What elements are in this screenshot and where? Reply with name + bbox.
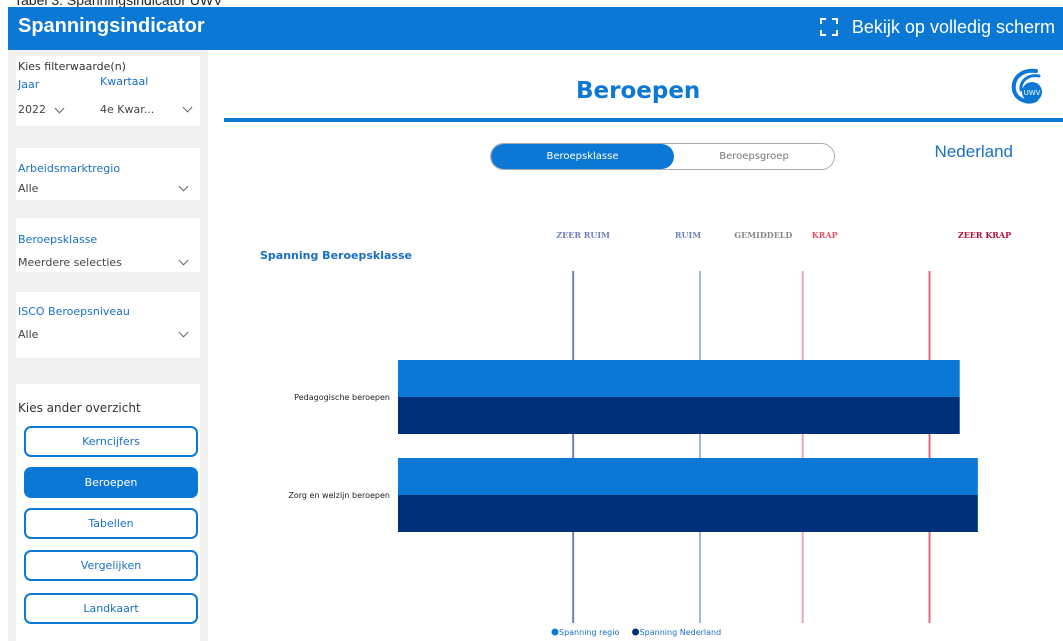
- category-label: Pedagogische beroepen: [294, 393, 390, 402]
- page-title: Beroepen: [576, 78, 701, 104]
- top-bar: Spanningsindicator Bekijk op volledig sc…: [8, 7, 1063, 50]
- beroepsklasse-select[interactable]: Meerdere selecties: [18, 253, 198, 273]
- filter-panel-region: Arbeidsmarktregio Alle: [16, 148, 200, 200]
- nav-button-landkaart[interactable]: Landkaart: [24, 593, 198, 624]
- beroepsklasse-label: Beroepsklasse: [18, 233, 98, 246]
- nav-button-kerncijfers[interactable]: Kerncijfers: [24, 426, 198, 457]
- beroepsklasse-value: Meerdere selecties: [18, 256, 122, 269]
- kwartaal-label: Kwartaal: [100, 75, 149, 88]
- kwartaal-select[interactable]: 4e Kwar...: [100, 100, 198, 120]
- filter-panel-period: Kies filterwaarde(n) Jaar Kwartaal 2022 …: [16, 56, 200, 126]
- bar: [398, 458, 978, 495]
- reference-label: ZEER RUIM: [556, 230, 610, 240]
- reference-label: KRAP: [812, 230, 838, 240]
- header-divider: [224, 118, 1063, 122]
- spanning-chart: Spanning Beroepsklasse ZEER RUIM RUIM GEMID…: [260, 230, 1011, 637]
- fullscreen-button[interactable]: Bekijk op volledig scherm: [819, 13, 1055, 41]
- reference-label: GEMIDDELD: [734, 230, 792, 240]
- nav-button-beroepen[interactable]: Beroepen: [24, 467, 198, 498]
- chart-title: Spanning Beroepsklasse: [260, 249, 412, 262]
- legend-label: Spanning regio: [559, 628, 619, 637]
- bar: [398, 495, 978, 532]
- legend-marker: [551, 628, 559, 636]
- uwv-logo: UWV: [1011, 68, 1042, 104]
- jaar-select[interactable]: 2022: [18, 100, 90, 120]
- logo-text: UWV: [1024, 89, 1041, 97]
- fullscreen-icon: [819, 18, 838, 36]
- reference-label: RUIM: [675, 230, 701, 240]
- chevron-down-icon: [182, 102, 193, 113]
- bar: [398, 360, 960, 397]
- chevron-down-icon: [178, 327, 189, 338]
- filter-panel-beroepsklasse: Beroepsklasse Meerdere selecties: [16, 218, 200, 272]
- overview-heading: Kies ander overzicht: [18, 401, 141, 415]
- bar: [398, 397, 960, 434]
- region-label: Nederland: [934, 142, 1013, 161]
- arbeidsmarktregio-value: Alle: [18, 182, 39, 195]
- toggle-beroepsklasse[interactable]: Beroepsklasse: [491, 144, 674, 169]
- filter-panel-isco: ISCO Beroepsniveau Alle: [16, 292, 200, 358]
- jaar-label: Jaar: [18, 78, 40, 91]
- sidebar: Kies filterwaarde(n) Jaar Kwartaal 2022 …: [8, 50, 208, 641]
- jaar-value: 2022: [18, 103, 46, 116]
- chevron-down-icon: [54, 103, 65, 114]
- view-toggle: Beroepsklasse Beroepsgroep: [490, 143, 835, 170]
- legend-marker: [632, 628, 640, 636]
- overview-panel: Kies ander overzicht Kerncijfers Beroepe…: [16, 384, 200, 641]
- isco-label: ISCO Beroepsniveau: [18, 305, 130, 318]
- kwartaal-value: 4e Kwar...: [100, 103, 155, 116]
- filters-heading: Kies filterwaarde(n): [18, 60, 126, 73]
- arbeidsmarktregio-select[interactable]: Alle: [18, 179, 198, 199]
- chevron-down-icon: [178, 255, 189, 266]
- legend-label: Spanning Nederland: [640, 628, 722, 637]
- toggle-beroepsgroep[interactable]: Beroepsgroep: [674, 144, 834, 169]
- nav-button-tabellen[interactable]: Tabellen: [24, 508, 198, 539]
- category-label: Zorg en welzijn beroepen: [288, 491, 390, 500]
- reference-label: ZEER KRAP: [958, 230, 1011, 240]
- chevron-down-icon: [178, 181, 189, 192]
- isco-value: Alle: [18, 328, 39, 341]
- isco-select[interactable]: Alle: [18, 325, 198, 345]
- app-title: Spanningsindicator: [18, 15, 205, 37]
- nav-button-vergelijken[interactable]: Vergelijken: [24, 550, 198, 581]
- fullscreen-label: Bekijk op volledig scherm: [851, 16, 1055, 37]
- arbeidsmarktregio-label: Arbeidsmarktregio: [18, 162, 121, 175]
